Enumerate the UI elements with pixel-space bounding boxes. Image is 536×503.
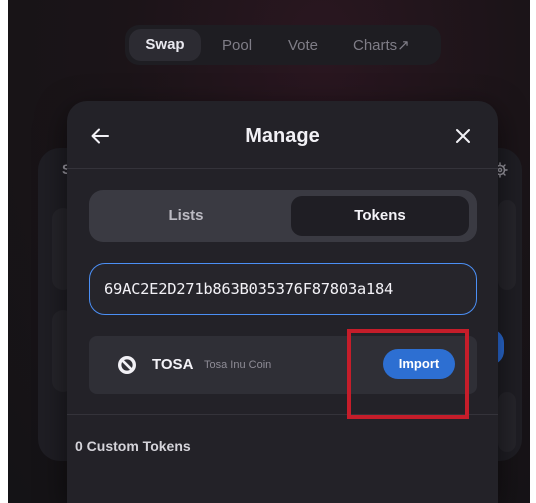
header-divider <box>67 168 498 169</box>
top-nav: Swap Pool Vote Charts↗ <box>125 25 441 65</box>
manage-modal: Manage Lists Tokens TOSA Tosa Inu Coin I… <box>67 101 498 503</box>
modal-title: Manage <box>245 125 320 147</box>
nav-charts[interactable]: Charts↗ <box>353 35 410 57</box>
token-address-input[interactable] <box>104 264 466 313</box>
swap-input-panel-right-bottom <box>498 392 516 452</box>
nav-pool[interactable]: Pool <box>222 35 252 57</box>
import-highlight-box <box>347 329 469 419</box>
modal-header: Manage <box>67 101 498 169</box>
token-search-box <box>89 263 477 315</box>
nav-vote[interactable]: Vote <box>288 35 318 57</box>
token-symbol: TOSA <box>152 356 194 373</box>
close-icon[interactable] <box>450 123 476 149</box>
tab-lists[interactable]: Lists <box>89 190 283 242</box>
tab-tokens[interactable]: Tokens <box>291 196 469 236</box>
no-entry-icon <box>118 356 136 374</box>
custom-tokens-count: 0 Custom Tokens <box>75 438 191 454</box>
swap-input-panel-right-top <box>498 200 516 290</box>
token-name: Tosa Inu Coin <box>204 359 272 371</box>
nav-swap[interactable]: Swap <box>129 29 201 61</box>
lists-tokens-toggle: Lists Tokens <box>89 190 477 242</box>
